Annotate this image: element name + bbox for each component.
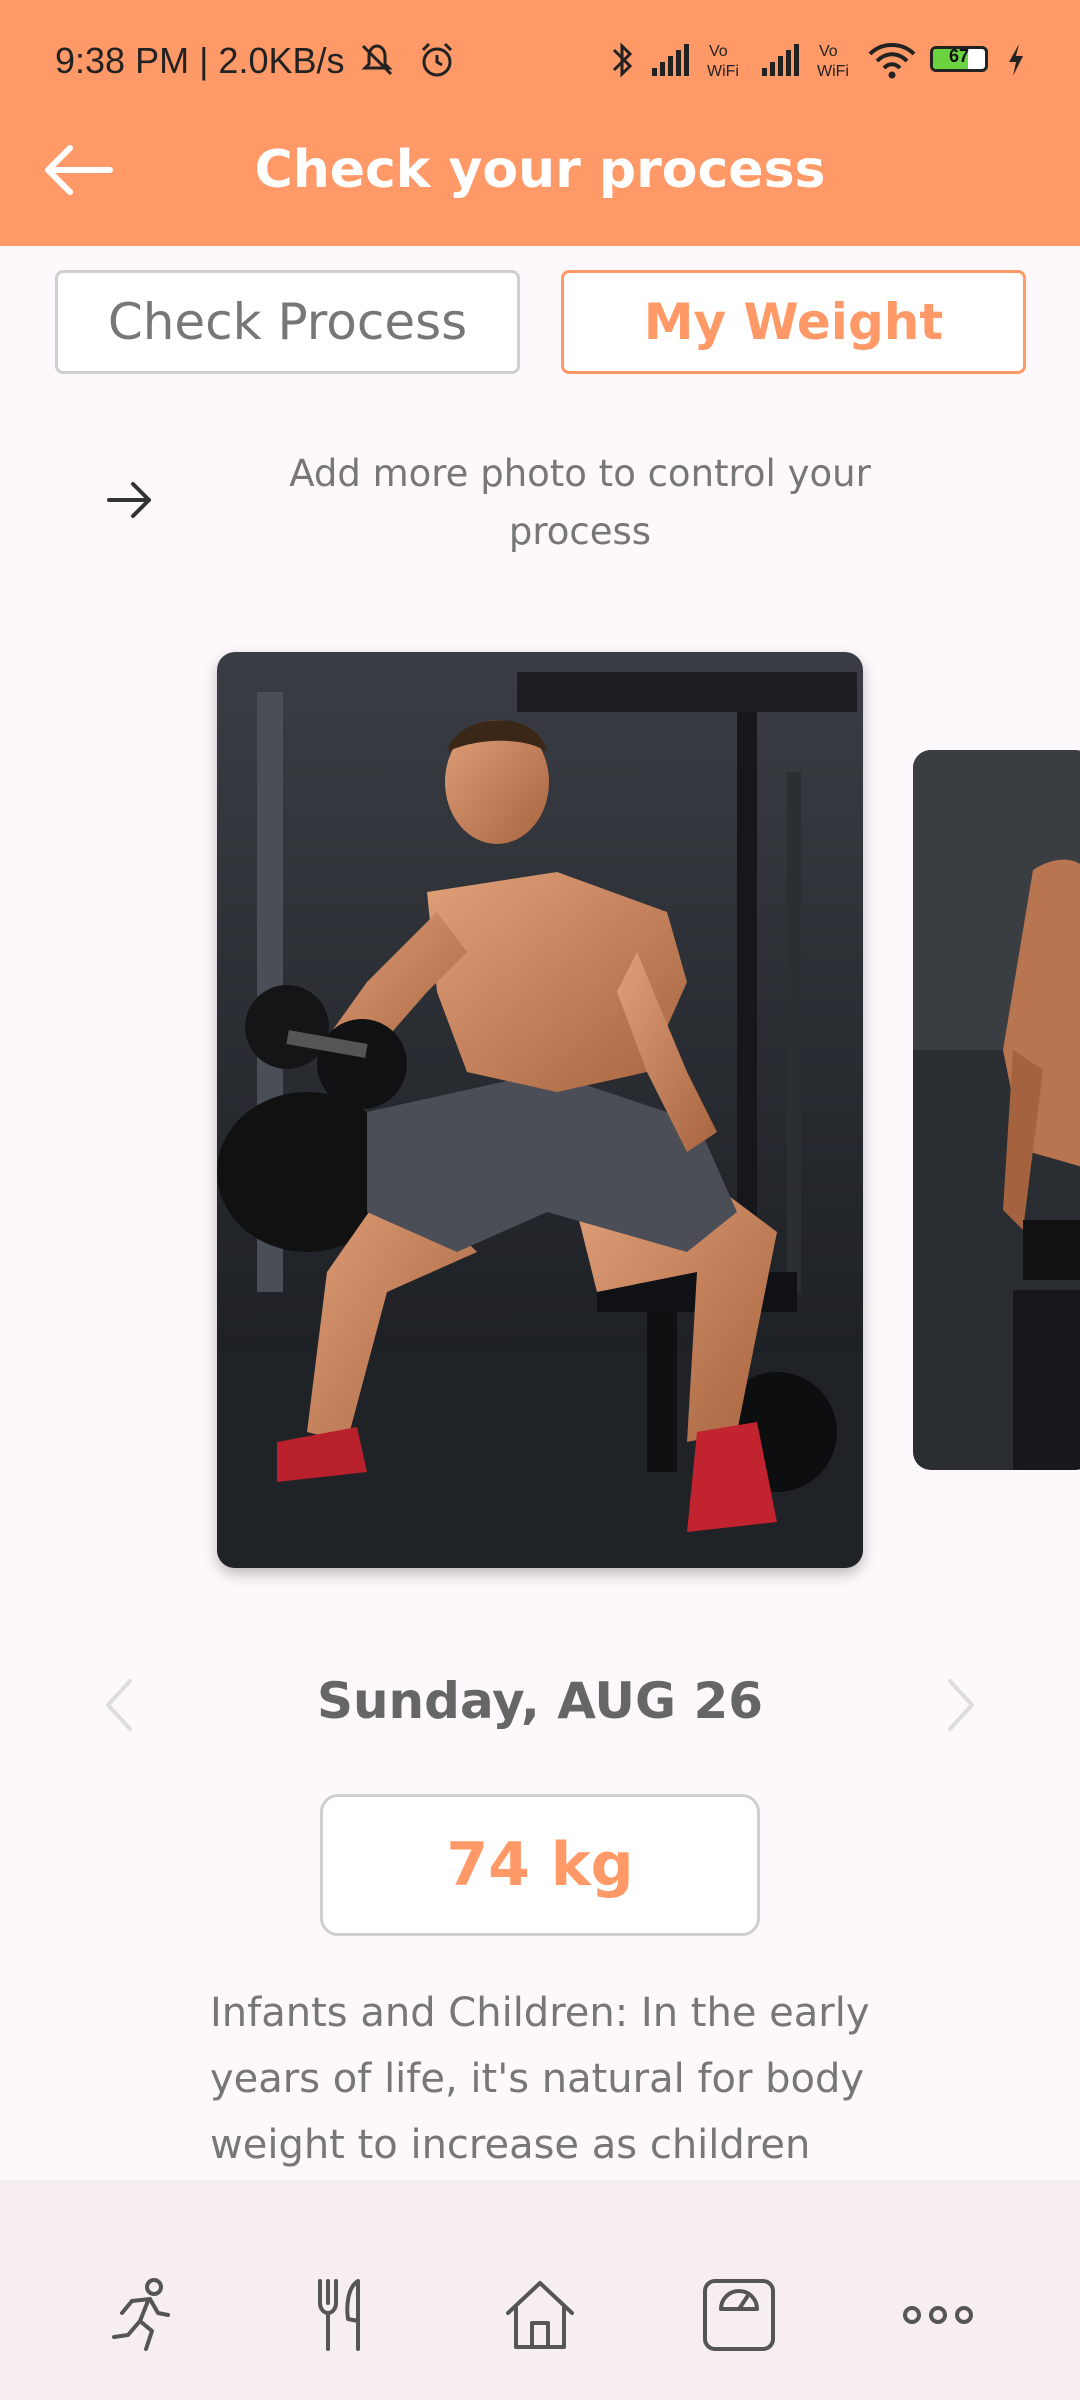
progress-photo-next[interactable] xyxy=(913,750,1080,1470)
more-icon[interactable] xyxy=(898,2275,978,2355)
charging-icon xyxy=(1009,44,1023,76)
fork-knife-icon[interactable] xyxy=(302,2275,382,2355)
status-bar: 9:38 PM | 2.0KB/s Vo WiFi Vo WiFi 67 xyxy=(0,0,1080,120)
svg-text:WiFi: WiFi xyxy=(707,63,739,80)
add-photo-hint: Add more photo to control your process xyxy=(289,452,871,553)
scale-icon[interactable] xyxy=(699,2275,779,2355)
tab-my-weight[interactable]: My Weight xyxy=(561,270,1026,374)
weight-description: Infants and Children: In the early years… xyxy=(210,1990,870,2168)
chevron-right-icon[interactable] xyxy=(940,1675,980,1735)
athlete-photo xyxy=(217,652,863,1568)
progress-photo-main[interactable] xyxy=(217,652,863,1568)
signal-icon xyxy=(652,44,689,76)
bluetooth-icon xyxy=(612,42,633,78)
wifi-icon xyxy=(868,43,916,79)
runner-icon[interactable] xyxy=(102,2275,182,2355)
athlete-photo-secondary xyxy=(913,750,1080,1470)
arrow-right-icon[interactable] xyxy=(105,475,155,525)
home-icon[interactable] xyxy=(500,2275,580,2355)
signal-icon xyxy=(762,44,799,76)
battery-icon: 67 xyxy=(930,46,988,72)
mute-icon xyxy=(361,44,393,76)
page-title: Check your process xyxy=(254,140,826,200)
svg-text:WiFi: WiFi xyxy=(817,63,849,80)
svg-text:Vo: Vo xyxy=(819,43,838,60)
weight-value[interactable]: 74 kg xyxy=(320,1794,760,1936)
vowifi-icon: Vo WiFi xyxy=(707,43,739,80)
entry-date: Sunday, AUG 26 xyxy=(316,1672,764,1730)
status-time: 9:38 PM | 2.0KB/s xyxy=(55,40,345,81)
vowifi-icon: Vo WiFi xyxy=(817,43,849,80)
tab-check-process[interactable]: Check Process xyxy=(55,270,520,374)
battery-level: 67 xyxy=(948,46,970,66)
app-header: 9:38 PM | 2.0KB/s Vo WiFi Vo WiFi 67 Che… xyxy=(0,0,1080,246)
svg-text:Vo: Vo xyxy=(709,43,728,60)
alarm-icon xyxy=(421,42,453,77)
